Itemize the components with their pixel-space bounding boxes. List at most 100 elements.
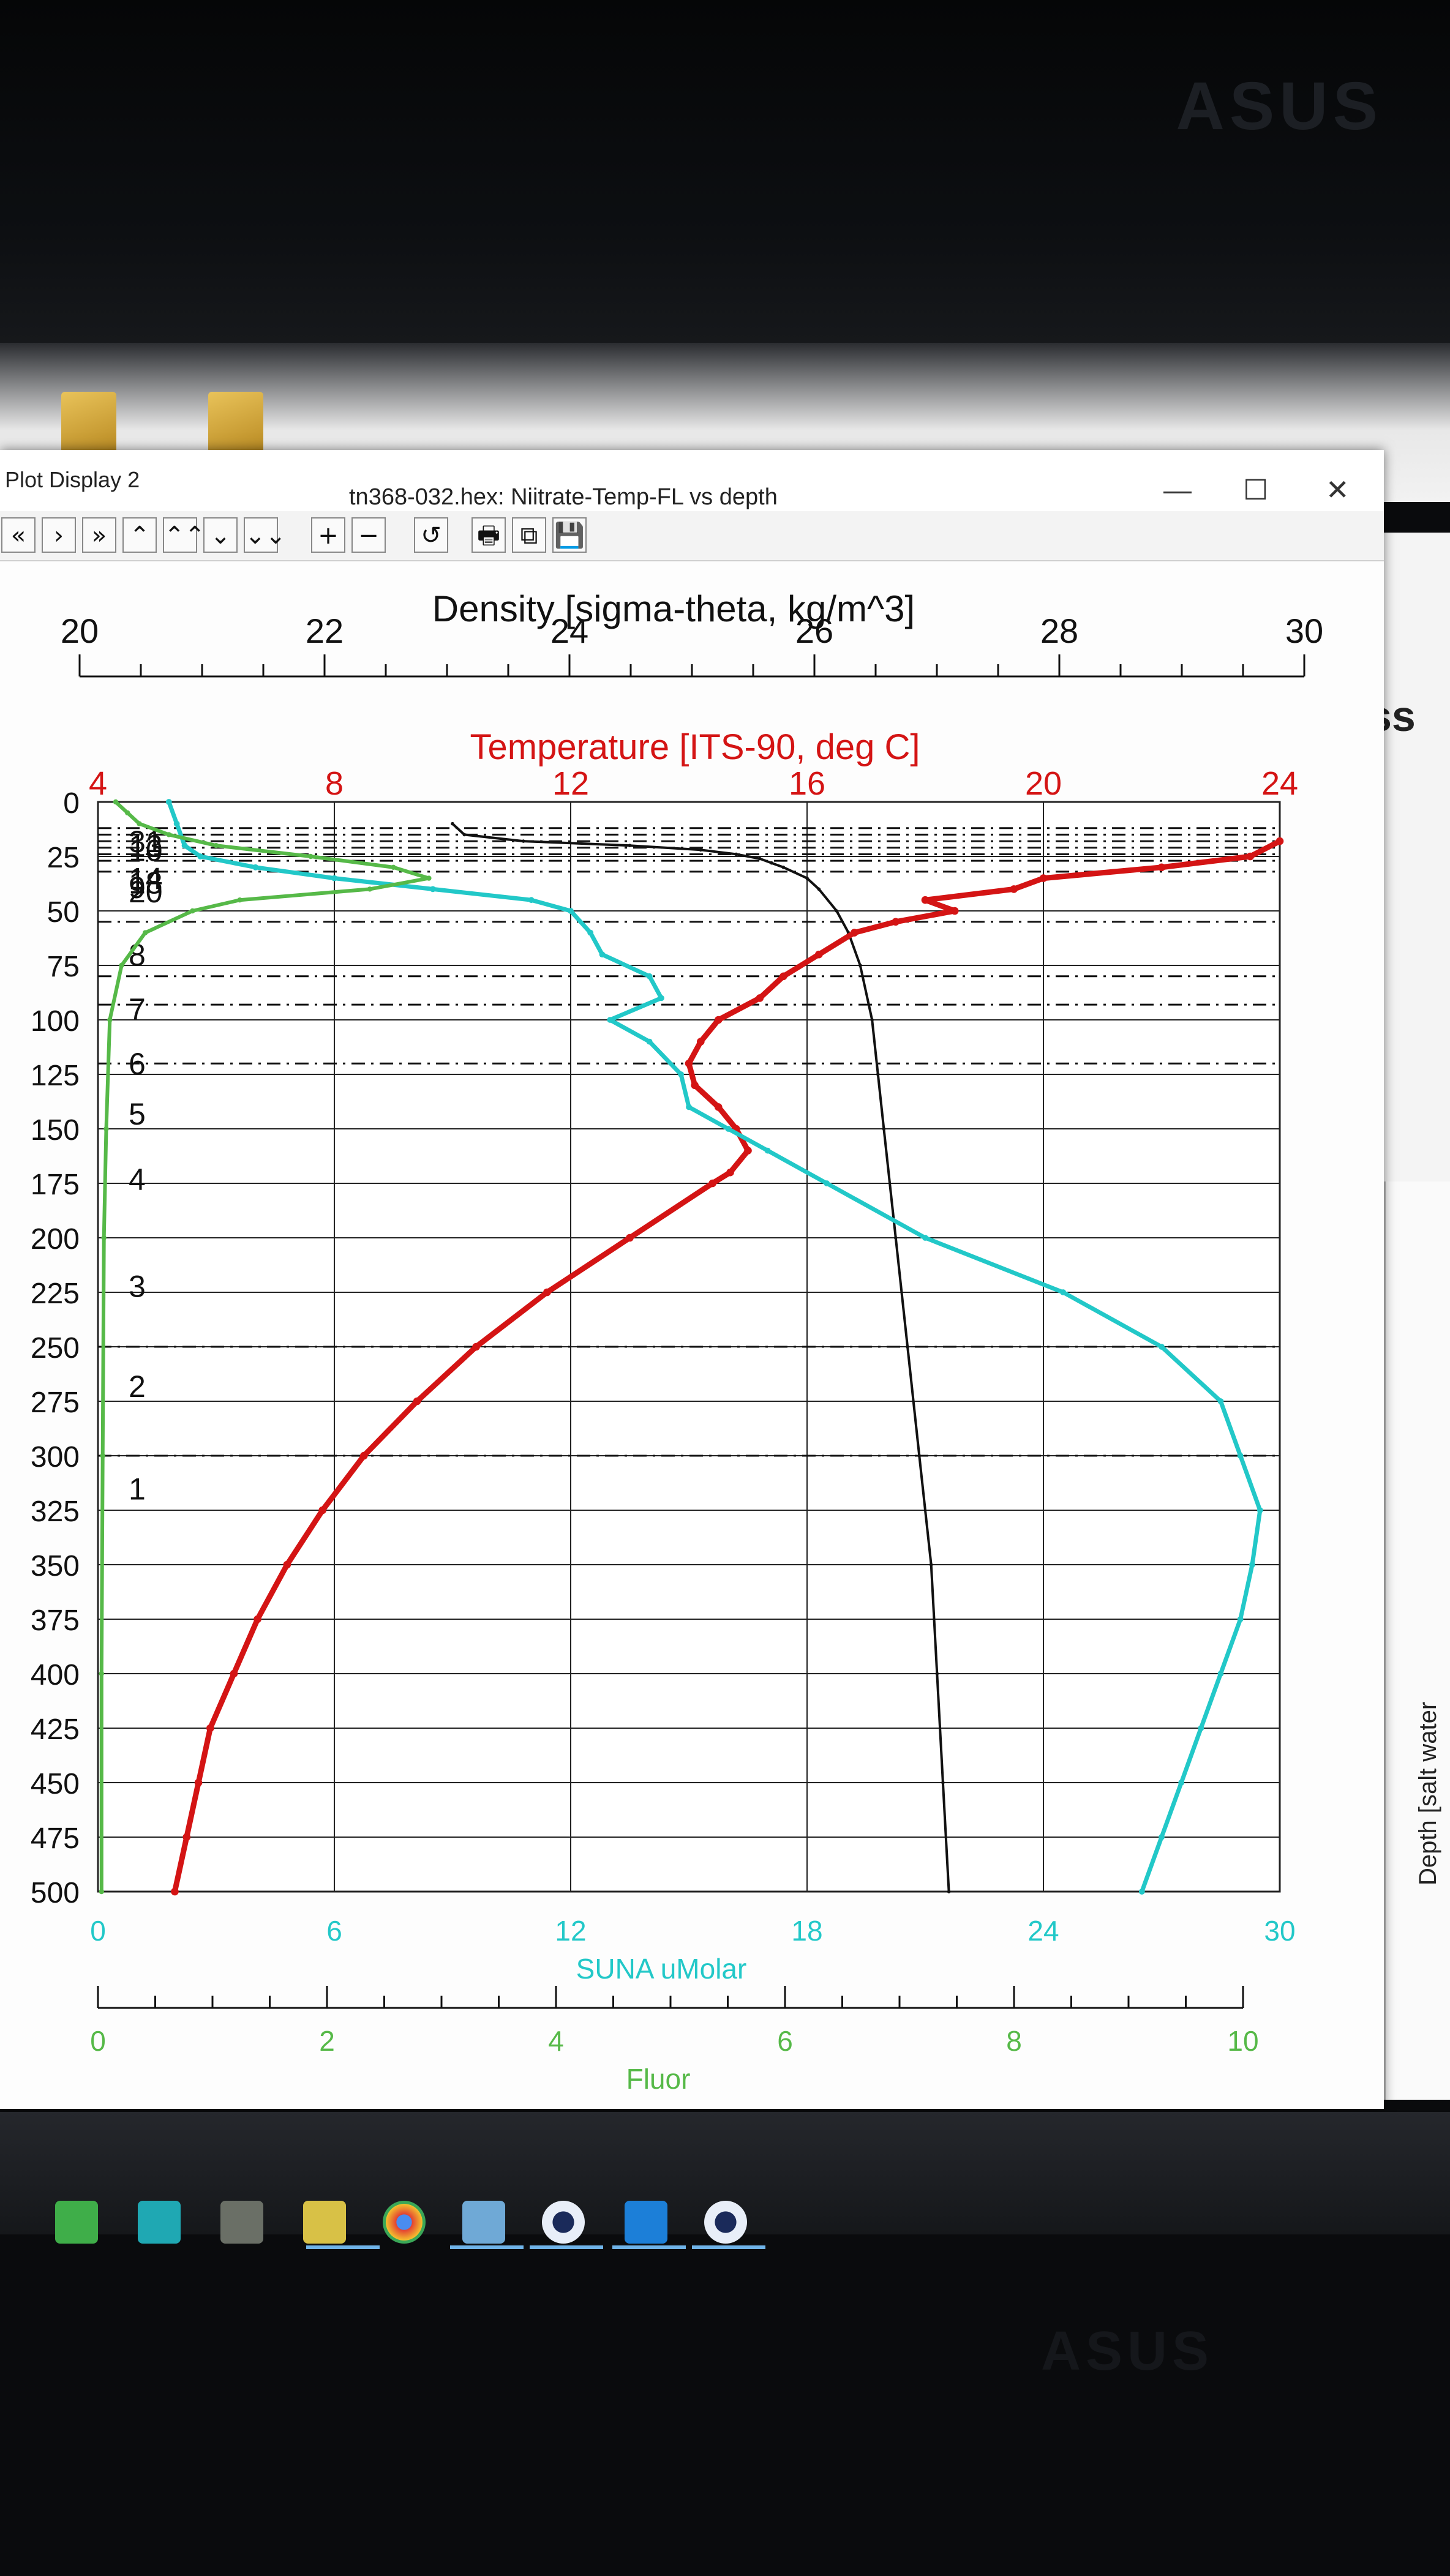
chrome-icon[interactable] bbox=[383, 2201, 426, 2244]
temperature-series-point bbox=[283, 1560, 291, 1569]
suna-tick-label: 18 bbox=[791, 1915, 822, 1947]
suna-series-point bbox=[587, 929, 594, 936]
fluor-tick-label: 4 bbox=[548, 2025, 564, 2057]
temperature-series-point bbox=[206, 1724, 214, 1732]
temperature-series-point bbox=[318, 1506, 326, 1515]
depth-tick-label: 200 bbox=[31, 1223, 80, 1256]
density-series-point bbox=[917, 1454, 922, 1458]
suna-series-point bbox=[824, 1180, 830, 1186]
task-app-icon[interactable] bbox=[303, 2201, 346, 2244]
suna-tick-label: 12 bbox=[555, 1915, 586, 1947]
fluor-tick-label: 0 bbox=[90, 2025, 106, 2057]
suna-series-point bbox=[331, 875, 337, 882]
temperature-series-point bbox=[726, 1168, 734, 1177]
active-task-indicator bbox=[612, 2245, 686, 2249]
temperature-series-point bbox=[815, 950, 823, 959]
density-series-point bbox=[758, 856, 762, 861]
seaterm-icon[interactable] bbox=[704, 2201, 747, 2244]
suna-series-point bbox=[165, 799, 172, 805]
depth-tick-label: 25 bbox=[47, 842, 80, 874]
fluor-series-point bbox=[213, 843, 219, 848]
density-series-point bbox=[462, 833, 467, 837]
fluor-tick-label: 6 bbox=[777, 2025, 793, 2057]
suna-series-point bbox=[1237, 1616, 1244, 1622]
density-series-point bbox=[876, 1073, 880, 1076]
suna-series-point bbox=[1159, 1344, 1165, 1350]
suna-series-point bbox=[607, 1017, 614, 1023]
active-task-indicator bbox=[306, 2245, 380, 2249]
fluor-series-point bbox=[190, 908, 195, 914]
fluor-tick-label: 2 bbox=[319, 2025, 335, 2057]
bin-label: 20 bbox=[129, 875, 163, 909]
task-app-icon[interactable] bbox=[55, 2201, 98, 2244]
suna-series-point bbox=[686, 1104, 692, 1110]
fluor-series-point bbox=[143, 930, 148, 935]
temperature-tick-label: 16 bbox=[789, 765, 825, 802]
depth-tick-label: 350 bbox=[31, 1550, 80, 1582]
fluor-series-point bbox=[119, 962, 124, 968]
active-task-indicator bbox=[450, 2245, 524, 2249]
depth-tick-label: 50 bbox=[47, 896, 80, 929]
depth-tick-label: 100 bbox=[31, 1005, 80, 1038]
task-app-icon[interactable] bbox=[462, 2201, 505, 2244]
temperature-series-point bbox=[254, 1615, 261, 1623]
fluor-tick-label: 10 bbox=[1227, 2025, 1258, 2057]
density-series-point bbox=[870, 1018, 874, 1022]
depth-tick-label: 75 bbox=[47, 951, 80, 983]
fluor-series-point bbox=[426, 875, 432, 881]
bin-label: 6 bbox=[129, 1047, 146, 1081]
density-series-point bbox=[451, 822, 454, 826]
depth-tick-label: 500 bbox=[31, 1877, 80, 1909]
suna-series-point bbox=[181, 842, 188, 849]
temperature-series-point bbox=[708, 1179, 716, 1188]
density-series-point bbox=[817, 887, 821, 891]
temperature-series-point bbox=[756, 994, 764, 1002]
temperature-series-point bbox=[744, 1147, 752, 1155]
temperature-series-point bbox=[779, 972, 787, 981]
suna-series-point bbox=[528, 897, 535, 904]
suna-series-point bbox=[1217, 1671, 1224, 1677]
depth-tick-label: 0 bbox=[63, 787, 80, 820]
suna-tick-label: 6 bbox=[326, 1915, 342, 1947]
temperature-series-point bbox=[714, 1016, 723, 1024]
task-app-icon[interactable] bbox=[220, 2201, 263, 2244]
active-task-indicator bbox=[530, 2245, 603, 2249]
density-tick-label: 30 bbox=[1285, 612, 1323, 650]
density-series-point bbox=[858, 964, 862, 967]
temperature-series-point bbox=[359, 1451, 368, 1460]
density-series-point bbox=[522, 839, 525, 843]
monitor-logo-bottom: ASUS bbox=[1041, 2321, 1214, 2382]
edge-icon[interactable] bbox=[625, 2201, 667, 2244]
temperature-series-point bbox=[413, 1397, 421, 1406]
temperature-series-point bbox=[1157, 863, 1166, 872]
temperature-series-point bbox=[1275, 837, 1284, 845]
suna-tick-label: 30 bbox=[1264, 1915, 1295, 1947]
density-series-point bbox=[781, 866, 786, 869]
suna-series-point bbox=[1178, 1780, 1185, 1786]
depth-tick-label: 325 bbox=[31, 1496, 80, 1528]
suna-series-point bbox=[599, 951, 606, 958]
temperature-series-point bbox=[714, 1103, 723, 1111]
density-series-point bbox=[941, 1781, 945, 1784]
seaterm-icon[interactable] bbox=[542, 2201, 585, 2244]
suna-series-point bbox=[429, 886, 436, 893]
task-app-icon[interactable] bbox=[138, 2201, 181, 2244]
fluor-series-point bbox=[137, 821, 142, 826]
suna-series-point bbox=[646, 1038, 653, 1045]
temperature-tick-label: 8 bbox=[325, 765, 344, 802]
suna-series-point bbox=[1159, 1834, 1165, 1840]
fluor-series-point bbox=[308, 853, 314, 859]
density-tick-label: 22 bbox=[306, 612, 344, 650]
density-series-point bbox=[882, 1127, 886, 1131]
suna-series-point bbox=[173, 820, 180, 827]
grid bbox=[97, 801, 1281, 1893]
temperature-series-point bbox=[626, 1234, 634, 1242]
temperature-axis-title: Temperature [ITS-90, deg C] bbox=[470, 727, 920, 767]
suna-axis-title: SUNA uMolar bbox=[576, 1953, 747, 1985]
fluor-series-point bbox=[99, 1889, 104, 1895]
temperature-tick-label: 12 bbox=[552, 765, 589, 802]
temperature-series-point bbox=[543, 1288, 551, 1297]
fluor-series-point bbox=[113, 799, 119, 805]
temperature-series-point bbox=[850, 929, 858, 937]
fluor-series-point bbox=[125, 810, 130, 816]
